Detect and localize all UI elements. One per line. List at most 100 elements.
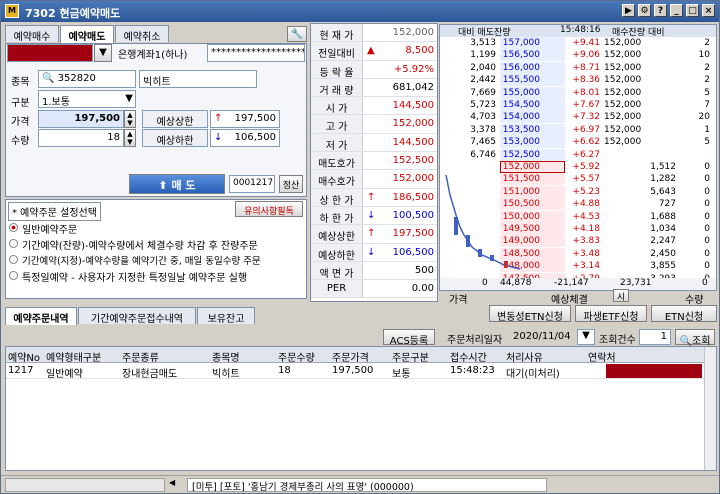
sell-row[interactable]: 7,669 155,000 +8.01 152,000 5 (440, 86, 716, 99)
quote-arrow-icon: ↓ (367, 209, 376, 221)
quote-key: 매수호가 (311, 170, 363, 188)
quote-key: PER (311, 280, 363, 298)
quote-row: 예상상한 ↑ 197,500 (311, 225, 437, 244)
tab-cancel-reserve[interactable]: 예약취소 (115, 25, 169, 43)
sell-row[interactable]: 4,703 154,000 +7.32 152,000 20 (440, 111, 716, 124)
grid-col-header[interactable]: 접수시간 (450, 349, 487, 364)
pin-icon[interactable]: ▶ (622, 4, 635, 17)
quote-key: 시 가 (311, 97, 363, 115)
sell-row[interactable]: 3,513 157,000 +9.41 152,000 2 (440, 37, 716, 49)
sell-row[interactable]: 2,040 156,000 +8.71 152,000 2 (440, 61, 716, 74)
sell-row[interactable]: 1,199 156,500 +9.06 152,000 10 (440, 49, 716, 62)
account-number-field[interactable]: ********** (7, 44, 93, 62)
tab-reserve-history[interactable]: 예약주문내역 (5, 307, 77, 325)
sell-button[interactable]: ⬆ 매 도 (129, 174, 225, 194)
sell-rate: +8.71 (572, 62, 600, 73)
expected-upper-value: ↑ 197,500 (210, 110, 280, 128)
grid-col-header[interactable]: 주문수량 (278, 349, 315, 364)
grid-col-header[interactable]: 주문가격 (332, 349, 369, 364)
reserve-settings-title: * 예약주문 설정선택 (8, 202, 101, 221)
tab-buy-reserve[interactable]: 예약매수 (5, 25, 59, 43)
radio-specific-day[interactable] (9, 271, 18, 280)
time-button[interactable]: 시 (613, 289, 629, 303)
search-icon[interactable]: 🔍 (42, 73, 54, 84)
grid-col-header[interactable]: 처리사유 (506, 349, 543, 364)
password-field[interactable]: ******************** (207, 44, 305, 62)
grid-col-header[interactable]: 종목명 (212, 349, 240, 364)
stock-code-input[interactable]: 🔍 352820 (38, 70, 136, 88)
sell-row[interactable]: 2,442 155,500 +8.36 152,000 2 (440, 74, 716, 87)
radio-period-fixed[interactable] (9, 255, 18, 264)
tab-period-history[interactable]: 기간예약주문접수내역 (78, 307, 196, 325)
news-arrow-icon[interactable]: ◀ (169, 478, 183, 492)
qty-label: 수량 (11, 136, 30, 147)
sell-qty: 6,746 (470, 149, 496, 160)
news-ticker[interactable]: [미투] [포토] '홍남기 경제부총리 사의 표명' (000000) (187, 478, 547, 492)
tab-sell-reserve[interactable]: 예약매도 (60, 25, 114, 43)
grid-col-header[interactable]: 예약No (8, 349, 40, 364)
account-type-label: 은행계좌1(하나) (118, 50, 188, 61)
sell-price: 152,500 (502, 149, 540, 160)
grid-scrollbar[interactable] (704, 347, 716, 470)
link-icon[interactable]: ⚙ (638, 4, 651, 17)
sell-price: 155,000 (502, 87, 540, 98)
sell-rate: +8.01 (572, 87, 600, 98)
quote-row: 시 가 144,500 (311, 97, 437, 116)
sell-row[interactable]: 7,465 153,000 +6.62 152,000 5 (440, 136, 716, 149)
grid-col-header[interactable]: 주문종류 (122, 349, 159, 364)
buy-side-count: 2 (704, 75, 710, 86)
close-button[interactable]: × (702, 4, 715, 17)
buy-count: 0 (704, 211, 710, 222)
grid-col-header[interactable]: 예약형태구분 (46, 349, 101, 364)
sell-rate: +7.67 (572, 100, 600, 110)
minimize-button[interactable]: _ (670, 4, 683, 17)
grid-cell: 장내현금매도 (122, 369, 178, 380)
count-input[interactable]: 1 (639, 329, 671, 345)
reset-button[interactable]: 정산 (279, 175, 303, 193)
notice-button[interactable]: 유의사항필독 (235, 201, 303, 217)
quote-key: 예상하한 (311, 243, 363, 262)
tick-chart (445, 174, 521, 270)
buy-side-price: 152,000 (604, 112, 642, 123)
quote-key: 전일대비 (311, 42, 363, 60)
sell-row[interactable]: 6,746 152,500 +6.27 (440, 148, 716, 161)
etn-button[interactable]: ETN신청 (651, 305, 717, 323)
date-value[interactable]: 2020/11/04 (513, 331, 571, 342)
grid-col-header[interactable]: 주문구분 (392, 349, 429, 364)
title-bar[interactable]: M 7302 현금예약매도 ▶ ⚙ ? _ □ × (1, 1, 719, 22)
buy-count: 0 (704, 224, 710, 234)
radio-specific-day-label: 특정일예약 - 사용자가 지정한 특정일날 예약주문 실행 (22, 273, 248, 284)
acs-button[interactable]: ACS등록 (383, 329, 435, 347)
sell-row[interactable]: 3,378 153,500 +6.97 152,000 1 (440, 123, 716, 136)
sell-row[interactable]: 5,723 154,500 +7.67 152,000 7 (440, 99, 716, 111)
tool-icon[interactable]: 🔧 (287, 26, 307, 42)
calendar-dropdown[interactable]: ▼ (577, 329, 595, 345)
maximize-button[interactable]: □ (686, 4, 699, 17)
grid-col-header[interactable]: 연락처 (588, 349, 616, 364)
order-type-select[interactable]: 1.보통 ▼ (38, 90, 136, 108)
qty-input[interactable]: 18 (38, 129, 124, 147)
buy-rate: +3.48 (572, 248, 600, 259)
account-dropdown-button[interactable]: ▼ (94, 44, 112, 62)
help-icon[interactable]: ? (654, 4, 667, 17)
qty-stepper[interactable]: ▲ ▼ (124, 129, 136, 147)
quote-value: +5.92% (393, 63, 434, 75)
expected-upper-label: 예상상한 (142, 110, 208, 128)
radio-period-remaining[interactable] (9, 239, 18, 248)
quote-value: 152,500 (392, 155, 434, 167)
derivative-etf-button[interactable]: 파생ETF신청 (575, 305, 647, 323)
tab-holdings[interactable]: 보유잔고 (197, 307, 255, 325)
quote-row: 상 한 가 ↑ 186,500 (311, 188, 437, 207)
grid-cell (606, 364, 702, 378)
table-row[interactable]: 1217 일반예약 장내현금매도 빅히트 18 197,500 보통 15:48:23 대기(미… (6, 363, 716, 380)
order-book: 대비 매도잔량 15:48:16 매수잔량 대비 3,513 157,000 +9.… (439, 24, 717, 291)
radio-general[interactable] (9, 223, 18, 232)
volatility-etn-button[interactable]: 변동성ETN신청 (489, 305, 571, 323)
price-input[interactable]: 197,500 (38, 110, 124, 128)
price-stepper[interactable]: ▲ ▼ (124, 110, 136, 128)
buy-side-price: 152,000 (604, 124, 642, 135)
quote-row: PER 0.00 (311, 280, 437, 299)
search-button[interactable]: 🔍조회 (675, 329, 715, 347)
quote-row: 등 락 율 +5.92% (311, 60, 437, 79)
buy-rate: +4.88 (572, 199, 600, 210)
